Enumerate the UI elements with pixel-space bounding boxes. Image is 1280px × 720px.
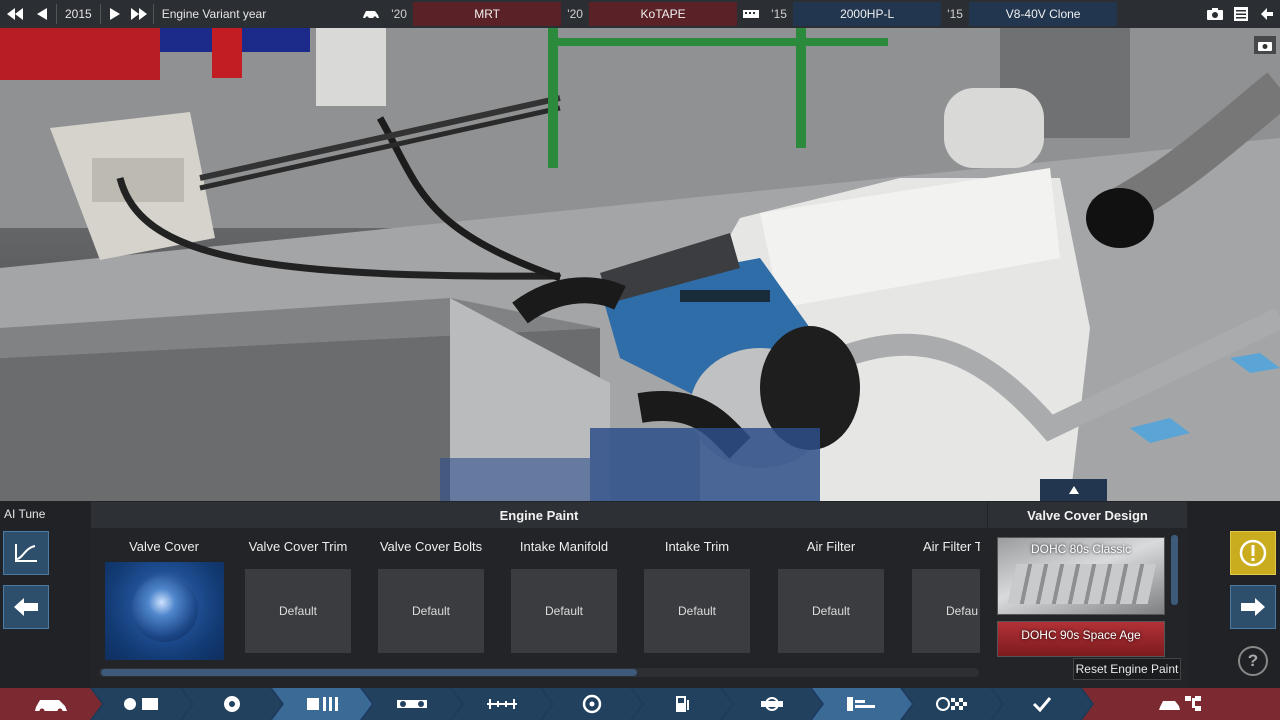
engine-paint-title: Engine Paint	[91, 502, 987, 528]
paint-slot[interactable]: Default	[245, 569, 351, 653]
car-engine-tree-icon	[1159, 696, 1201, 711]
top-bar: 2015 Engine Variant year '20 MRT '20 KoT…	[0, 0, 1280, 28]
paint-sphere	[132, 576, 198, 642]
exhaust-icon	[759, 694, 785, 714]
nav-engine-paint[interactable]	[812, 688, 912, 720]
car-icon	[33, 694, 69, 714]
slot-engine-family[interactable]: 2000HP-L	[793, 2, 942, 26]
graph-icon	[15, 544, 37, 562]
next-button[interactable]	[1230, 585, 1276, 629]
spreadsheet-icon[interactable]	[1228, 0, 1254, 28]
slot-model-mrt[interactable]: MRT	[413, 2, 562, 26]
nav-finish[interactable]	[992, 688, 1092, 720]
paint-scrollbar-thumb[interactable]	[101, 669, 637, 676]
design-option-label: DOHC 80s Classic	[1030, 542, 1132, 556]
paint-item-label: Valve Cover Trim	[248, 539, 348, 554]
paint-slot[interactable]: Default	[511, 569, 617, 653]
help-icon[interactable]: ?	[1238, 646, 1268, 676]
engine-3d-viewport[interactable]	[0, 28, 1280, 501]
rewind-icon[interactable]	[0, 0, 30, 28]
engine-family-icon[interactable]	[737, 0, 765, 28]
slot-year: '15	[771, 7, 787, 21]
bottom-navigation	[0, 688, 1280, 720]
paint-item-label: Air Filter T	[923, 539, 980, 554]
slot-engine-variant[interactable]: V8-40V Clone	[969, 2, 1118, 26]
back-arrow-icon[interactable]	[1254, 0, 1280, 28]
graph-button[interactable]	[3, 531, 49, 575]
paint-item-label: Intake Trim	[664, 539, 730, 554]
valve-cover-paint-swatch[interactable]	[105, 562, 224, 660]
dyno-checkered-icon	[935, 694, 969, 714]
warning-icon	[1239, 539, 1267, 567]
camera-icon[interactable]	[1254, 36, 1276, 54]
left-arrow-icon	[14, 598, 38, 616]
turbo-icon	[581, 694, 603, 714]
garage-scene	[0, 28, 1280, 501]
divider	[152, 4, 154, 24]
nav-aspiration[interactable]	[362, 688, 462, 720]
design-option-dohc-80s[interactable]: DOHC 80s Classic	[997, 537, 1165, 615]
crankshaft-icon	[221, 694, 243, 714]
nav-car-designer[interactable]	[0, 688, 102, 720]
paint-scrollbar-track[interactable]	[99, 668, 979, 677]
paint-item-label: Valve Cover Bolts	[379, 539, 483, 554]
nav-bottom-end[interactable]	[182, 688, 282, 720]
paint-slot[interactable]: Default	[378, 569, 484, 653]
engine-variant-year-label: Engine Variant year	[161, 7, 267, 21]
car-icon[interactable]	[357, 0, 385, 28]
engine-paint-panel: AI Tune Engine Paint Valve Cover Valve C…	[0, 501, 1280, 688]
slot-trim-kotape[interactable]: KoTAPE	[589, 2, 738, 26]
reset-engine-paint-tooltip[interactable]: Reset Engine Paint	[1073, 658, 1181, 680]
nav-family[interactable]	[92, 688, 192, 720]
nav-timing[interactable]	[452, 688, 552, 720]
nav-test[interactable]	[902, 688, 1002, 720]
design-option-dohc-90s[interactable]: DOHC 90s Space Age	[997, 621, 1165, 657]
paint-slot[interactable]: Default	[644, 569, 750, 653]
warnings-button[interactable]	[1230, 531, 1276, 575]
slot-year: '15	[947, 7, 963, 21]
design-option-label: DOHC 90s Space Age	[1021, 628, 1141, 642]
paint-item-label: Intake Manifold	[519, 539, 609, 554]
timing-icon	[485, 694, 519, 714]
engine-family-icon	[122, 694, 162, 714]
cylinder-head-icon	[305, 694, 339, 714]
nav-fuel[interactable]	[632, 688, 732, 720]
intake-icon	[395, 694, 429, 714]
paint-slot[interactable]: Default	[778, 569, 884, 653]
previous-year-icon[interactable]	[30, 0, 54, 28]
ai-tune-label[interactable]: AI Tune	[4, 507, 45, 521]
fast-forward-icon[interactable]	[127, 0, 151, 28]
fuel-icon	[671, 694, 693, 714]
checkmark-icon	[1031, 694, 1053, 714]
paint-slot[interactable]: Defau	[912, 569, 980, 653]
camera-icon[interactable]	[1202, 0, 1228, 28]
nav-top-end[interactable]	[272, 688, 372, 720]
divider	[99, 4, 101, 24]
year-value: 2015	[65, 7, 92, 21]
nav-exhaust[interactable]	[722, 688, 822, 720]
paint-icon	[845, 694, 879, 714]
design-scrollbar-thumb[interactable]	[1171, 535, 1178, 605]
slot-year: '20	[567, 7, 583, 21]
expand-panel-button[interactable]	[1040, 479, 1107, 501]
nav-turbo[interactable]	[542, 688, 642, 720]
paint-item-label: Valve Cover	[129, 539, 199, 554]
slot-year: '20	[391, 7, 407, 21]
previous-button[interactable]	[3, 585, 49, 629]
valve-cover-design-title: Valve Cover Design	[988, 502, 1187, 528]
divider	[56, 4, 57, 24]
right-arrow-icon	[1241, 598, 1265, 616]
paint-item-label: Air Filter	[806, 539, 856, 554]
valve-cover-preview	[1007, 564, 1157, 604]
nav-car-engine-link[interactable]	[1082, 688, 1280, 720]
next-year-icon[interactable]	[103, 0, 127, 28]
